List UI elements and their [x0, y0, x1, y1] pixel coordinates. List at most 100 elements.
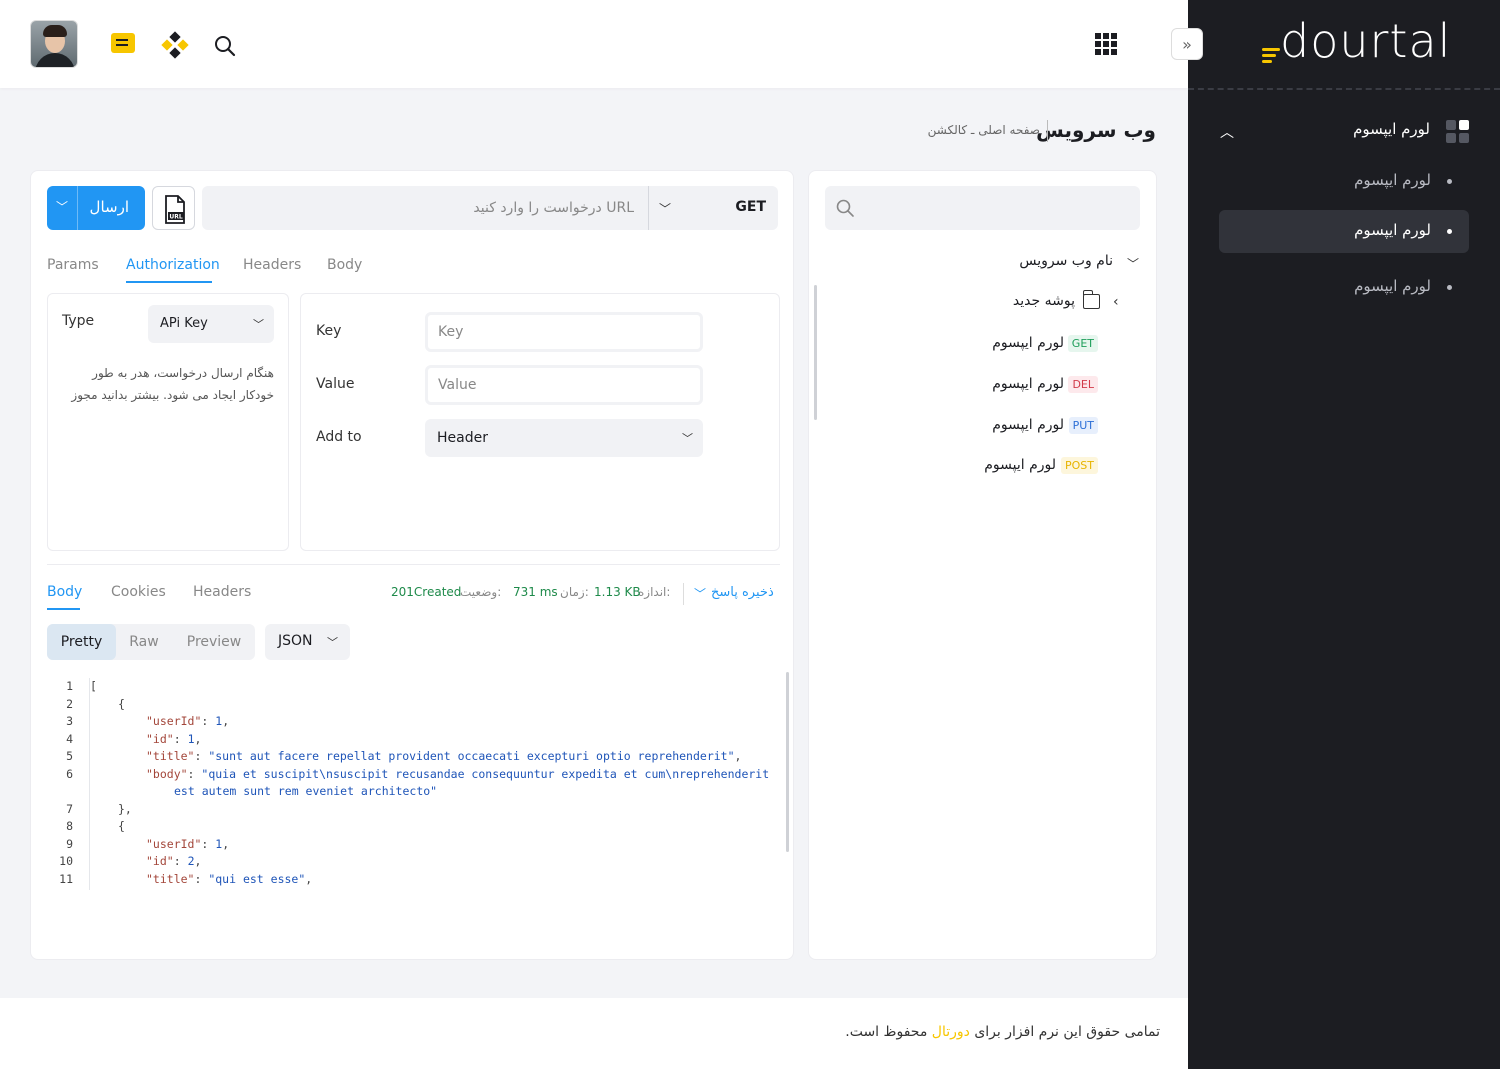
tree-request-item[interactable]: لورم ایپسوم GET [900, 335, 1100, 357]
code-text: "title": "sunt aut facere repellat provi… [146, 749, 742, 763]
auth-description: هنگام ارسال درخواست، هدر به طور خودکار ا… [71, 366, 274, 402]
tab-response-cookies[interactable]: Cookies [111, 584, 166, 600]
line-number: 3 [66, 714, 73, 728]
footer-text-before: تمامی حقوق این نرم افزار برای [974, 1024, 1160, 1040]
tab-response-headers[interactable]: Headers [193, 584, 251, 600]
method-badge: GET [1067, 335, 1098, 352]
sidebar-group-label: لورم ایپسوم [1353, 120, 1430, 138]
line-number: 8 [66, 819, 73, 833]
request-label: لورم ایپسوم [992, 417, 1064, 433]
line-number: 2 [66, 696, 73, 711]
code-text: est autem sunt rem eveniet architecto" [174, 784, 438, 798]
save-response-button[interactable]: ذخیره پاسخ [711, 585, 774, 600]
sidebar-item-label: لورم ایپسوم [1354, 277, 1431, 295]
chevron-down-icon[interactable]: ﹀ [1127, 255, 1139, 272]
sidebar-item-3[interactable]: لورم ایپسوم [1219, 266, 1469, 309]
status-label: وضعیت: [460, 585, 502, 599]
tree-request-item[interactable]: لورم ایپسوم PUT [900, 417, 1100, 439]
apps-icon[interactable] [1095, 33, 1117, 55]
view-pretty-button[interactable]: Pretty [47, 624, 116, 660]
code-text: { [118, 819, 125, 833]
request-label: لورم ایپسوم [992, 376, 1064, 392]
line-number: 1 [66, 679, 73, 693]
addto-label: Add to [316, 429, 362, 445]
tab-params[interactable]: Params [47, 257, 99, 273]
sidebar-group[interactable]: ︿ لورم ایپسوم [1200, 112, 1480, 152]
chevron-down-icon: ﹀ [253, 318, 264, 331]
code-text: "title": "qui est esse", [146, 871, 313, 886]
avatar[interactable] [30, 20, 78, 68]
bullet-icon [1447, 179, 1452, 184]
collection-panel [808, 170, 1157, 960]
value-input[interactable] [425, 365, 703, 405]
collection-search-input[interactable] [825, 186, 1140, 230]
page-title: وب سرویس [1036, 118, 1156, 142]
chevron-down-icon: ﹀ [327, 636, 338, 649]
code-text: "body": "quia et suscipit\nsuscipit recu… [146, 766, 770, 781]
line-number: 11 [59, 871, 73, 886]
chevron-down-icon[interactable]: ﹀ [56, 198, 68, 215]
line-number: 7 [66, 801, 73, 816]
logo-icon [1262, 48, 1280, 66]
svg-text:URL: URL [169, 214, 182, 221]
tab-authorization[interactable]: Authorization [126, 257, 220, 273]
tab-response-body[interactable]: Body [47, 584, 82, 600]
key-label: Key [316, 323, 342, 339]
code-text: [ [90, 679, 97, 693]
search-icon[interactable] [213, 34, 237, 58]
tab-headers[interactable]: Headers [243, 257, 301, 273]
tree-request-item[interactable]: لورم ایپسوم DEL [900, 376, 1100, 398]
code-viewer[interactable]: 1 [2 {3 "userId": 1, 4 "id": 1, 5 "title": "sun… [47, 678, 787, 888]
code-text: "userId": 1, [146, 836, 230, 851]
status-divider [683, 583, 684, 605]
sidebar-item-2[interactable]: لورم ایپسوم [1219, 210, 1469, 253]
chevron-left-icon[interactable]: ‹ [1113, 294, 1119, 310]
dashboard-icon [1446, 120, 1470, 144]
tab-body[interactable]: Body [327, 257, 362, 273]
breadcrumb[interactable]: صفحه اصلی ـ کالکشن [928, 123, 1040, 137]
chat-icon[interactable] [111, 33, 135, 53]
addto-select[interactable]: Header ﹀ [425, 419, 703, 457]
status-value: 201Created [391, 585, 462, 599]
code-text: }, [118, 801, 132, 816]
method-badge: POST [1061, 457, 1098, 474]
line-number: 4 [66, 731, 73, 746]
auth-type-select[interactable]: APi Key ﹀ [148, 305, 274, 343]
url-input[interactable] [210, 186, 638, 230]
sidebar-item-1[interactable]: لورم ایپسوم [1219, 160, 1469, 203]
tree-root-label[interactable]: نام وب سرویس [1019, 253, 1113, 269]
tree-folder-label[interactable]: پوشه جدید [1013, 293, 1075, 309]
tab-indicator [47, 608, 80, 610]
diamond-icon[interactable] [161, 31, 189, 59]
code-text: "userId": 1, [146, 714, 230, 728]
chevron-up-icon: ︿ [1220, 125, 1234, 141]
view-raw-button[interactable]: Raw [119, 624, 169, 660]
code-text: "id": 2, [146, 854, 202, 868]
footer-brand-link[interactable]: دورتال [932, 1024, 970, 1040]
chevron-down-icon: ﹀ [659, 202, 672, 216]
send-button-label: ارسال [89, 198, 129, 216]
method-select[interactable]: GET ﹀ [649, 186, 778, 230]
type-label: Type [62, 313, 95, 329]
format-select[interactable]: JSON ﹀ [265, 624, 350, 660]
collapse-sidebar-button[interactable]: » [1171, 28, 1203, 60]
tree-request-item[interactable]: لورم ایپسوم POST [900, 457, 1100, 479]
view-preview-button[interactable]: Preview [177, 624, 251, 660]
key-input[interactable] [425, 312, 703, 352]
footer-text-after: محفوظ است. [845, 1024, 928, 1040]
value-label: Value [316, 376, 355, 392]
format-value: JSON [278, 633, 313, 649]
scrollbar[interactable] [786, 672, 789, 852]
url-file-button[interactable]: URL [152, 186, 195, 230]
code-text: "id": 1, [146, 731, 202, 746]
chevron-down-icon[interactable]: ﹀ [694, 585, 706, 602]
line-number: 10 [59, 854, 73, 868]
method-badge: PUT [1068, 417, 1098, 434]
send-button[interactable]: ارسال ﹀ [47, 186, 145, 230]
folder-icon [1082, 290, 1100, 309]
response-status: ذخیره پاسخ ﹀ اندازه: 1.13 KB زمان: 731 m… [390, 583, 780, 605]
size-value: 1.13 KB [594, 585, 641, 599]
scrollbar[interactable] [814, 285, 817, 420]
time-value: 731 ms [513, 585, 558, 599]
bullet-icon [1447, 285, 1452, 290]
